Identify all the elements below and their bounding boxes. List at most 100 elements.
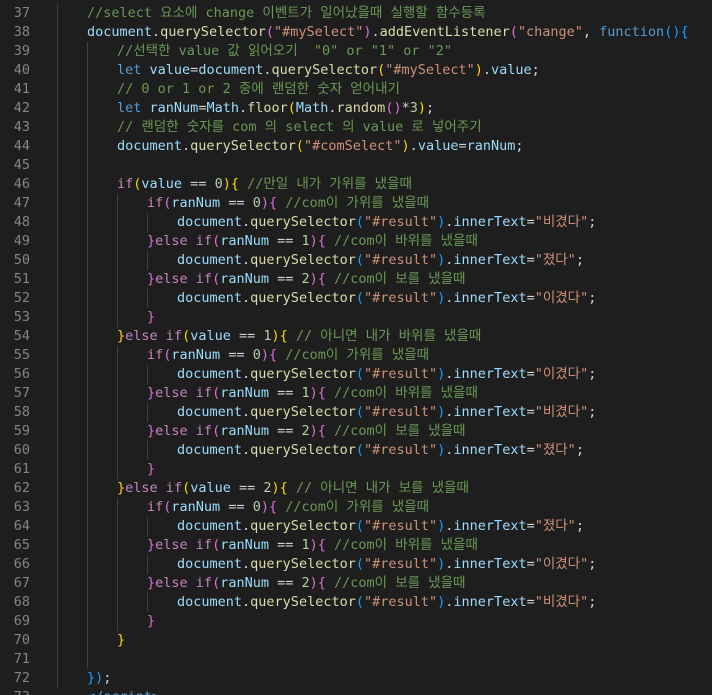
code-token: "졌다" <box>534 442 576 458</box>
code-token: innerText <box>453 442 527 458</box>
code-line[interactable]: 52 document.querySelector("#result").inne… <box>0 289 712 308</box>
indent-guide <box>57 289 58 308</box>
code-line[interactable]: 40 let value=document.querySelector("#myS… <box>0 61 712 80</box>
line-number: 42 <box>13 100 30 116</box>
code-text: } <box>147 460 155 479</box>
indent-guide <box>57 327 58 346</box>
code-line[interactable]: 41 // 0 or 1 or 2 중에 랜덤한 숫자 얻어내기 <box>0 80 712 99</box>
code-token: querySelector <box>250 290 356 306</box>
line-number: 51 <box>13 271 30 287</box>
indent-guide <box>57 593 58 612</box>
line-number: 50 <box>13 252 30 268</box>
code-line[interactable]: 42 let ranNum=Math.floor(Math.random()*3)… <box>0 99 712 118</box>
code-token: ; <box>515 138 524 154</box>
code-line[interactable]: 51}else if(ranNum == 2){ //com이 보를 냈을때 <box>0 270 712 289</box>
code-text: if(ranNum == 0){ //com이 가위를 냈을때 <box>147 346 429 365</box>
code-line[interactable]: 68 document.querySelector("#result").inne… <box>0 593 712 612</box>
code-line[interactable]: 47 if(ranNum == 0){ //com이 가위를 냈을때 <box>0 194 712 213</box>
code-line[interactable]: 62}else if(value == 2){ // 아니면 내가 보를 냈을때 <box>0 479 712 498</box>
code-line[interactable]: 38 document.querySelector("#mySelect").ad… <box>0 23 712 42</box>
code-line[interactable]: 56 document.querySelector("#result").inne… <box>0 365 712 384</box>
indent-guide <box>57 460 58 479</box>
code-token: //만일 내가 가위를 냈을때 <box>238 176 412 192</box>
code-line[interactable]: 73 </script> <box>0 688 712 695</box>
code-token: floor <box>247 100 288 116</box>
indent-guide <box>117 612 118 631</box>
code-line[interactable]: 58 document.querySelector("#result").inne… <box>0 403 712 422</box>
code-line[interactable]: 49}else if(ranNum == 1){ //com이 바위를 냈을때 <box>0 232 712 251</box>
indent-guide <box>147 555 148 574</box>
code-line[interactable]: 72}); <box>0 669 712 688</box>
code-text: document.querySelector("#result").innerT… <box>177 213 596 232</box>
code-text: document.querySelector("#result").innerT… <box>177 365 596 384</box>
code-line[interactable]: 71 <box>0 650 712 669</box>
code-token: 0 <box>214 176 223 192</box>
code-token: //선택한 value 값 읽어오기 "0" or "1" or "2" <box>117 43 453 59</box>
code-token: ( <box>212 575 221 591</box>
code-line[interactable]: 50 document.querySelector("#result").inne… <box>0 251 712 270</box>
indent-guide <box>57 365 58 384</box>
code-token: "#result" <box>363 518 438 534</box>
code-token: document <box>177 442 243 458</box>
code-line[interactable]: 54}else if(value == 1){ // 아니면 내가 바위를 냈을… <box>0 327 712 346</box>
indent-guide <box>117 574 118 593</box>
code-token: == <box>268 385 302 401</box>
code-token: ( <box>212 271 221 287</box>
indent-guide <box>117 251 118 270</box>
code-line[interactable]: 43 // 랜덤한 숫자를 com 의 select 의 value 로 넣어주기 <box>0 118 712 137</box>
code-token: ; <box>575 252 584 268</box>
code-text: // 랜덤한 숫자를 com 의 select 의 value 로 넣어주기 <box>117 118 482 137</box>
code-line[interactable]: 37 //select 요소에 change 이벤트가 일어났을때 실행할 함수등… <box>0 4 712 23</box>
code-token: "비겼다" <box>534 404 589 420</box>
code-token: querySelector <box>190 138 296 154</box>
code-line[interactable]: 65}else if(ranNum == 1){ //com이 바위를 냈을때 <box>0 536 712 555</box>
code-token: ( <box>355 290 364 306</box>
code-editor[interactable]: 37 //select 요소에 change 이벤트가 일어났을때 실행할 함수등… <box>0 0 712 695</box>
code-line[interactable]: 53} <box>0 308 712 327</box>
indent-guide <box>117 460 118 479</box>
code-line[interactable]: 57}else if(ranNum == 1){ //com이 바위를 냈을때 <box>0 384 712 403</box>
code-token: if <box>147 499 164 515</box>
code-token: ( <box>212 537 221 553</box>
code-line[interactable]: 69} <box>0 612 712 631</box>
code-token: document <box>177 556 243 572</box>
code-line[interactable]: 46 if(value == 0){ //만일 내가 가위를 냈을때 <box>0 175 712 194</box>
code-line[interactable]: 59}else if(ranNum == 2){ //com이 보를 냈을때 <box>0 422 712 441</box>
code-token: ( <box>265 24 274 40</box>
code-line[interactable]: 55 if(ranNum == 0){ //com이 가위를 냈을때 <box>0 346 712 365</box>
code-token: ( <box>295 138 304 154</box>
code-token: . <box>242 252 251 268</box>
code-line[interactable]: 39 //선택한 value 값 읽어오기 "0" or "1" or "2" <box>0 42 712 61</box>
code-token: "#result" <box>363 556 438 572</box>
code-line[interactable]: 67}else if(ranNum == 2){ //com이 보를 냈을때 <box>0 574 712 593</box>
indent-guide <box>87 422 88 441</box>
indent-guide <box>57 23 58 42</box>
code-line[interactable]: 48 document.querySelector("#result").inne… <box>0 213 712 232</box>
code-line[interactable]: 66 document.querySelector("#result").inne… <box>0 555 712 574</box>
code-line[interactable]: 63 if(ranNum == 0){ //com이 가위를 냈을때 <box>0 498 712 517</box>
code-token: value <box>149 62 191 78</box>
code-token: ){ <box>271 328 288 344</box>
code-line[interactable]: 64 document.querySelector("#result").inne… <box>0 517 712 536</box>
code-line[interactable]: 45 <box>0 156 712 175</box>
line-number: 46 <box>13 176 30 192</box>
code-text: if(ranNum == 0){ //com이 가위를 냈을때 <box>147 498 429 517</box>
code-token: querySelector <box>250 594 356 610</box>
code-token: 1 <box>301 385 310 401</box>
code-token: } <box>117 480 126 496</box>
code-line[interactable]: 44 document.querySelector("#comSelect").v… <box>0 137 712 156</box>
code-line[interactable]: 70} <box>0 631 712 650</box>
indent-guide <box>57 251 58 270</box>
code-text: }else if(value == 1){ // 아니면 내가 바위를 냈을때 <box>117 327 481 346</box>
line-number: 45 <box>13 157 30 173</box>
code-line[interactable]: 60 document.querySelector("#result").inne… <box>0 441 712 460</box>
code-token: "#result" <box>363 594 438 610</box>
indent-guide <box>87 213 88 232</box>
line-number: 63 <box>13 499 30 515</box>
indent-guide <box>87 118 88 137</box>
code-line[interactable]: 61} <box>0 460 712 479</box>
code-token: 3 <box>409 100 418 116</box>
code-token: "이겼다" <box>534 290 589 306</box>
